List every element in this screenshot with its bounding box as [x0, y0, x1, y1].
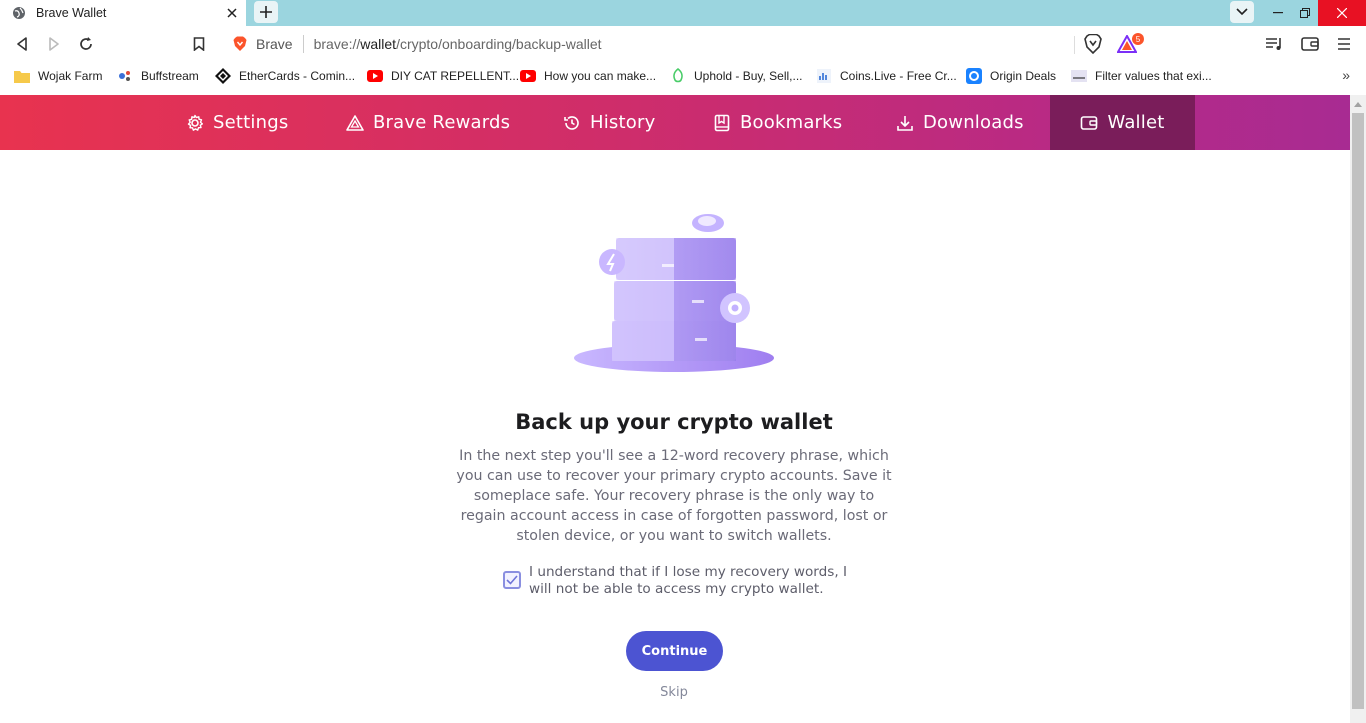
bookmark-label: Wojak Farm [38, 68, 103, 83]
bookmark-item[interactable]: Origin Deals [966, 62, 1056, 89]
bookmark-item[interactable]: Uphold - Buy, Sell,... [670, 62, 803, 89]
browser-toolbar: Brave brave://wallet/crypto/onboarding/b… [0, 26, 1366, 62]
back-icon[interactable] [10, 32, 34, 56]
checkmark-icon [506, 575, 518, 585]
bookmark-label: DIY CAT REPELLENT... [391, 68, 520, 83]
url-text[interactable]: brave://wallet/crypto/onboarding/backup-… [314, 36, 602, 52]
sdh-icon [1071, 68, 1087, 84]
skip-link[interactable]: Skip [640, 685, 708, 700]
youtube-icon [367, 68, 383, 84]
acknowledge-row[interactable]: I understand that if I lose my recovery … [503, 564, 863, 598]
bookmark-item[interactable]: Coins.Live - Free Cr... [816, 62, 957, 89]
brave-lion-icon [232, 36, 248, 52]
bookmark-label: Uphold - Buy, Sell,... [694, 68, 803, 83]
bookmark-label: Buffstream [141, 68, 199, 83]
wallet-icon[interactable] [1298, 32, 1322, 56]
continue-button[interactable]: Continue [626, 631, 723, 671]
nav-wallet-label: Wallet [1107, 112, 1165, 133]
brave-page-nav: Settings Brave Rewards History Bookmarks… [0, 95, 1350, 150]
bookmarks-book-icon [713, 114, 731, 132]
minimize-icon[interactable] [1264, 0, 1291, 26]
window-controls [1264, 0, 1366, 26]
tab-title: Brave Wallet [36, 6, 107, 20]
acknowledge-label: I understand that if I lose my recovery … [529, 564, 848, 597]
bookmark-item[interactable]: Wojak Farm [14, 62, 102, 89]
bookmark-item[interactable]: Buffstream [117, 62, 199, 89]
nav-downloads-label: Downloads [923, 112, 1024, 133]
window-close-icon[interactable] [1318, 0, 1366, 26]
rewards-triangle-icon [346, 114, 364, 132]
download-icon [896, 114, 914, 132]
tab-close-icon[interactable] [222, 3, 242, 23]
nav-downloads[interactable]: Downloads [896, 95, 1024, 150]
nav-wallet[interactable]: Wallet [1050, 95, 1195, 150]
nav-settings-label: Settings [213, 112, 289, 133]
omnibox-separator [302, 35, 304, 53]
buffstream-icon [117, 68, 133, 84]
bookmark-icon[interactable] [187, 32, 211, 56]
bookmark-label: Coins.Live - Free Cr... [840, 68, 957, 83]
bookmark-label: EtherCards - Comin... [239, 68, 356, 83]
nav-history[interactable]: History [563, 95, 655, 150]
menu-icon[interactable] [1332, 32, 1356, 56]
nav-bookmarks[interactable]: Bookmarks [713, 95, 842, 150]
page-title: Back up your crypto wallet [515, 410, 833, 434]
backup-description: In the next step you'll see a 12-word re… [456, 448, 892, 544]
wallet-icon [1080, 114, 1098, 132]
tab-search-chevron-icon[interactable] [1230, 1, 1254, 23]
bookmarks-overflow-icon[interactable]: » [1342, 67, 1350, 83]
url-host: wallet [360, 36, 397, 52]
scroll-up-arrow-icon[interactable] [1350, 96, 1366, 112]
scrollbar-thumb[interactable] [1352, 113, 1364, 709]
rewards-badge: 5 [1132, 33, 1144, 45]
url-prefix: brave:// [313, 36, 361, 52]
bookmark-item[interactable]: EtherCards - Comin... [215, 62, 355, 89]
reload-icon[interactable] [74, 32, 98, 56]
forward-icon[interactable] [42, 32, 66, 56]
site-chip-label: Brave [256, 36, 293, 52]
uphold-icon [670, 67, 686, 84]
bookmark-label: How you can make... [544, 68, 657, 83]
ethercards-icon [215, 67, 231, 84]
youtube-icon [520, 68, 536, 84]
gear-icon [186, 114, 204, 132]
bookmarks-bar: Wojak Farm Buffstream EtherCards - Comin… [0, 62, 1366, 89]
coinslive-icon [816, 68, 832, 84]
nav-brave-rewards[interactable]: Brave Rewards [346, 95, 510, 150]
backup-wallet-illustration [570, 208, 780, 378]
nav-bookmarks-label: Bookmarks [740, 112, 843, 133]
bookmark-item[interactable]: Filter values that exi... [1071, 62, 1212, 89]
folder-icon [14, 68, 30, 84]
bookmark-item[interactable]: How you can make... [520, 62, 656, 89]
origin-icon [966, 67, 982, 84]
address-bar[interactable]: Brave brave://wallet/crypto/onboarding/b… [222, 30, 1074, 58]
url-path: /crypto/onboarding/backup-wallet [396, 36, 602, 52]
nav-rewards-label: Brave Rewards [373, 112, 511, 133]
bookmark-label: Origin Deals [990, 68, 1057, 83]
nav-history-label: History [590, 112, 656, 133]
tab-brave-wallet[interactable]: Brave Wallet [0, 0, 246, 26]
restore-icon[interactable] [1291, 0, 1318, 26]
bookmark-label: Filter values that exi... [1095, 68, 1212, 83]
acknowledge-checkbox[interactable] [503, 571, 521, 589]
toolbar-divider [1074, 36, 1075, 54]
brave-shields-icon[interactable] [1081, 32, 1105, 56]
tab-strip: Brave Wallet [0, 0, 1366, 26]
new-tab-button[interactable] [254, 1, 278, 23]
history-clock-icon [563, 114, 581, 132]
playlist-icon[interactable] [1263, 32, 1287, 56]
globe-icon [12, 6, 26, 20]
nav-settings[interactable]: Settings [186, 95, 288, 150]
bookmark-item[interactable]: DIY CAT REPELLENT... [367, 62, 519, 89]
